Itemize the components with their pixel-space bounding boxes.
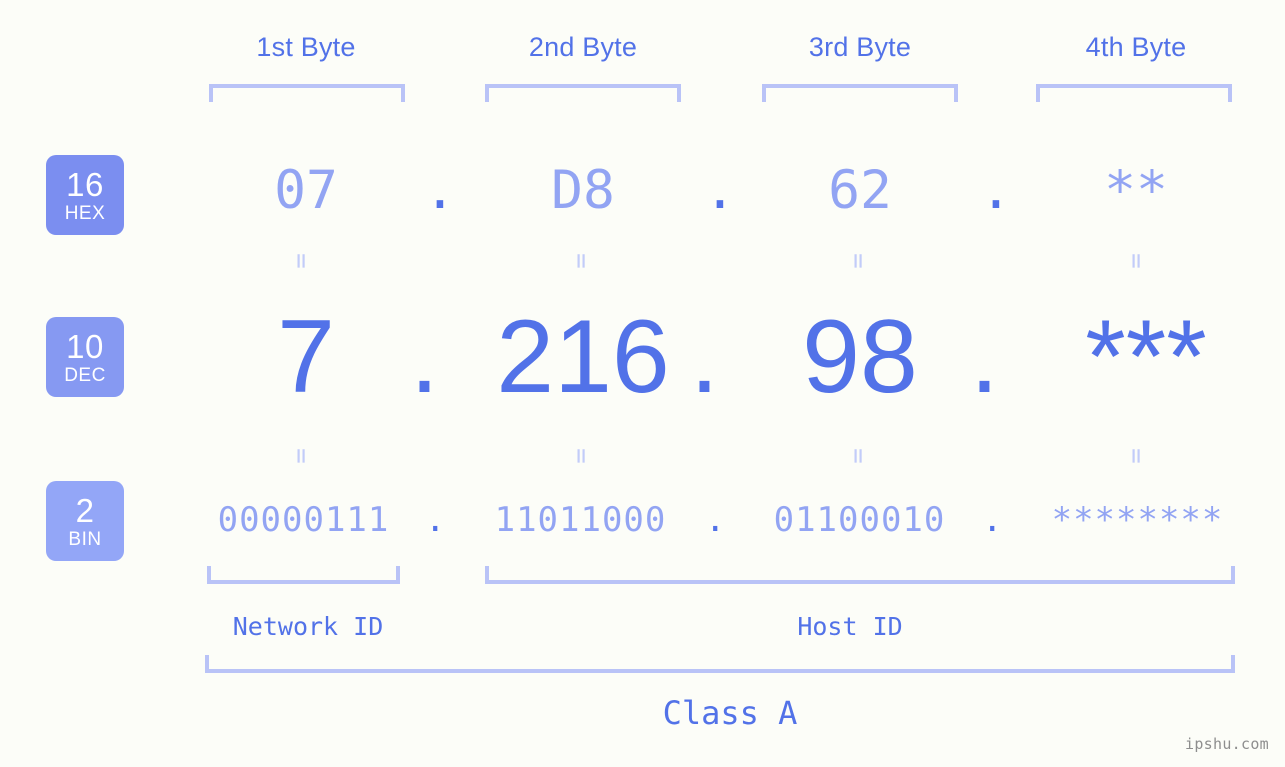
equals-mark-dec-bin-1: =: [286, 448, 316, 464]
hex-byte-1: 07: [274, 160, 338, 221]
base-badge-hex-number: 16: [66, 165, 104, 203]
dec-separator-2: .: [690, 299, 719, 415]
dec-byte-1: 7: [277, 299, 335, 415]
class-label: Class A: [662, 694, 798, 732]
equals-mark-hex-dec-4: =: [1121, 253, 1151, 269]
network-id-bracket: [207, 566, 400, 584]
hex-value-row: 07 . D8 . 62 . **: [150, 150, 1285, 232]
bin-separator-3: .: [982, 500, 1003, 540]
dec-byte-3: 98: [802, 299, 918, 415]
hex-separator-3: .: [980, 160, 1012, 221]
hex-separator-2: .: [704, 160, 736, 221]
dec-byte-2: 216: [496, 299, 670, 415]
byte-bracket-3: [762, 84, 958, 102]
bin-byte-3: 01100010: [773, 500, 946, 540]
base-badge-bin: 2 BIN: [46, 481, 124, 561]
hex-byte-3: 62: [828, 160, 892, 221]
watermark: ipshu.com: [1185, 735, 1269, 753]
host-id-label: Host ID: [797, 612, 903, 641]
base-badge-dec-number: 10: [66, 327, 104, 365]
bin-separator-1: .: [425, 500, 446, 540]
equals-mark-dec-bin-3: =: [843, 448, 873, 464]
host-id-bracket: [485, 566, 1235, 584]
ip-breakdown-diagram: 1st Byte 2nd Byte 3rd Byte 4th Byte 16 H…: [0, 0, 1285, 767]
base-badge-bin-abbr: BIN: [68, 528, 102, 550]
equals-mark-dec-bin-2: =: [566, 448, 596, 464]
bin-byte-4: ********: [1051, 500, 1224, 540]
hex-byte-4: **: [1104, 160, 1168, 221]
dec-byte-4: ***: [1085, 299, 1207, 415]
byte-header-2: 2nd Byte: [528, 32, 638, 62]
base-badge-dec-abbr: DEC: [64, 364, 106, 386]
equals-mark-hex-dec-1: =: [286, 253, 316, 269]
dec-value-row: 7 . 216 . 98 . ***: [150, 300, 1285, 415]
equals-mark-hex-dec-3: =: [843, 253, 873, 269]
dec-separator-3: .: [970, 299, 999, 415]
bin-byte-2: 11011000: [494, 500, 667, 540]
bin-byte-1: 00000111: [217, 500, 390, 540]
network-id-label: Network ID: [232, 612, 384, 641]
base-badge-hex-abbr: HEX: [64, 202, 106, 224]
base-badge-hex: 16 HEX: [46, 155, 124, 235]
byte-header-1: 1st Byte: [256, 32, 356, 62]
byte-bracket-1: [209, 84, 405, 102]
bin-separator-2: .: [705, 500, 726, 540]
base-badge-dec: 10 DEC: [46, 317, 124, 397]
hex-byte-2: D8: [551, 160, 615, 221]
byte-header-3: 3rd Byte: [808, 32, 912, 62]
equals-mark-dec-bin-4: =: [1121, 448, 1151, 464]
byte-bracket-4: [1036, 84, 1232, 102]
bin-value-row: 00000111 . 11011000 . 01100010 . *******…: [150, 490, 1285, 550]
base-badge-bin-number: 2: [75, 491, 95, 529]
hex-separator-1: .: [424, 160, 456, 221]
byte-header-4: 4th Byte: [1085, 32, 1187, 62]
byte-bracket-2: [485, 84, 681, 102]
dec-separator-1: .: [410, 299, 439, 415]
equals-mark-hex-dec-2: =: [566, 253, 596, 269]
class-bracket: [205, 655, 1235, 673]
